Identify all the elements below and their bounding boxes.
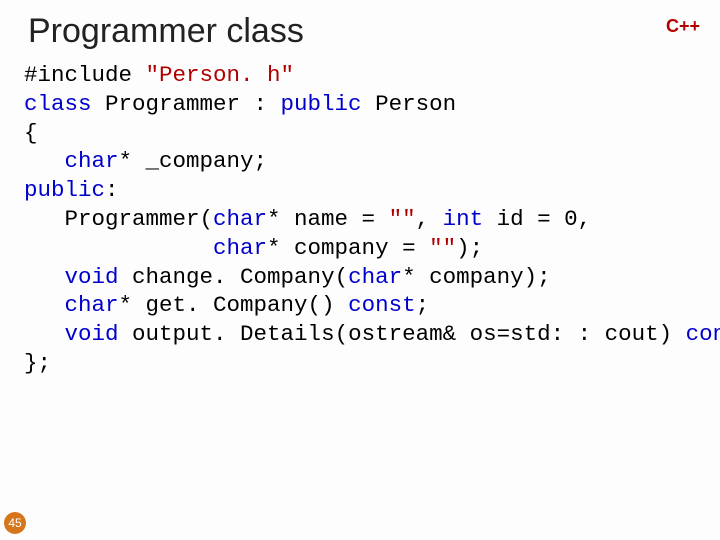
code-token <box>24 264 65 290</box>
code-keyword: const <box>348 292 416 318</box>
code-token: ); <box>456 235 483 261</box>
code-keyword: char <box>213 206 267 232</box>
code-token: change. Company( <box>119 264 349 290</box>
code-token: id = 0, <box>483 206 591 232</box>
code-token: * get. Company() <box>119 292 349 318</box>
code-token: ; <box>416 292 430 318</box>
code-token <box>24 321 65 347</box>
code-token: }; <box>24 350 51 376</box>
code-keyword: char <box>65 148 119 174</box>
code-token: Programmer : <box>92 91 281 117</box>
code-token: { <box>24 120 38 146</box>
code-token: * name = <box>267 206 389 232</box>
code-keyword: void <box>65 321 119 347</box>
code-string: "Person. h" <box>146 62 295 88</box>
code-token: Programmer( <box>24 206 213 232</box>
code-keyword: int <box>443 206 484 232</box>
code-keyword: char <box>65 292 119 318</box>
code-token <box>24 235 213 261</box>
code-token: : <box>105 177 119 203</box>
code-token <box>24 148 65 174</box>
code-keyword: void <box>65 264 119 290</box>
code-token: * company = <box>267 235 429 261</box>
code-token: #include <box>24 62 146 88</box>
code-token <box>24 292 65 318</box>
code-keyword: const <box>686 321 720 347</box>
code-keyword: class <box>24 91 92 117</box>
language-badge: C++ <box>666 12 702 37</box>
code-token: , <box>416 206 443 232</box>
code-string: "" <box>389 206 416 232</box>
code-token: Person <box>362 91 457 117</box>
page-number-badge: 45 <box>4 512 26 534</box>
code-token: output. Details(ostream& os=std: : cout) <box>119 321 686 347</box>
code-token: * company); <box>402 264 551 290</box>
slide: Programmer class C++ #include "Person. h… <box>0 0 720 540</box>
code-keyword: public <box>24 177 105 203</box>
code-block: #include "Person. h" class Programmer : … <box>0 57 720 378</box>
slide-title: Programmer class <box>28 12 304 51</box>
code-string: "" <box>429 235 456 261</box>
title-row: Programmer class C++ <box>0 0 720 57</box>
code-keyword: char <box>348 264 402 290</box>
code-keyword: public <box>281 91 362 117</box>
code-keyword: char <box>213 235 267 261</box>
code-token: * _company; <box>119 148 268 174</box>
